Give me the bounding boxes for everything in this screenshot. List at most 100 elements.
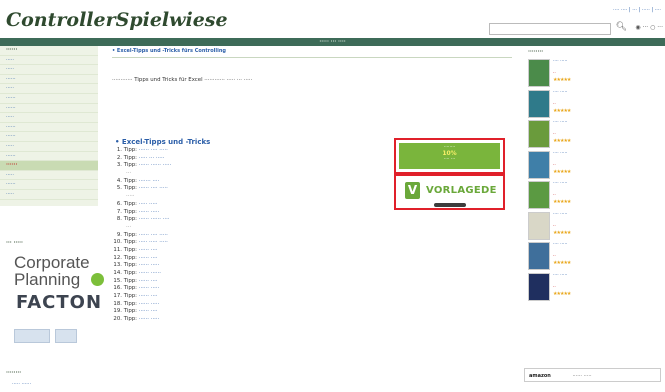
tip-continuation[interactable]: ··· bbox=[112, 170, 397, 178]
sidebar-item[interactable]: ······ bbox=[0, 132, 98, 142]
sidebar-item[interactable]: ······ bbox=[0, 180, 98, 190]
tip-link[interactable]: ······ ···· ····· bbox=[139, 147, 168, 153]
book-title[interactable]: ···· ····· bbox=[553, 212, 657, 217]
tip-link[interactable]: ······ ······ ···· bbox=[139, 216, 170, 222]
radio-option[interactable]: ◉ ··· bbox=[635, 24, 648, 31]
corporate-planning-logo[interactable]: Corporate Planning bbox=[14, 254, 104, 288]
sidebar-item[interactable]: ····· bbox=[0, 65, 98, 75]
section-heading[interactable]: • Excel-Tipps und -Tricks bbox=[115, 138, 210, 146]
book-item[interactable]: ···· ····· ·· ★★★★★ bbox=[521, 59, 661, 90]
search-scope-radios[interactable]: ◉ ··· ○ ··· bbox=[635, 24, 663, 31]
tip-item[interactable]: 18. Tipp: ······ ····· bbox=[112, 301, 397, 309]
tip-link[interactable]: ······ ···· ····· bbox=[139, 185, 168, 191]
tip-link[interactable]: ······ ····· bbox=[139, 285, 160, 291]
book-title[interactable]: ···· ····· bbox=[553, 181, 657, 186]
book-cover-image[interactable] bbox=[528, 272, 550, 301]
sidebar-item[interactable]: ····· bbox=[0, 56, 98, 66]
tip-item[interactable]: 5. Tipp: ······ ···· ····· bbox=[112, 185, 397, 193]
tip-item[interactable]: 6. Tipp: ····· ····· bbox=[112, 201, 397, 209]
book-item[interactable]: ···· ····· ·· ★★★★★ bbox=[521, 211, 661, 243]
book-item[interactable]: ···· ····· ·· ★★★★★ bbox=[521, 181, 661, 212]
sidebar-item[interactable]: ······ bbox=[0, 104, 98, 114]
sidebar-item[interactable]: ······ bbox=[0, 123, 98, 133]
sidebar-item[interactable]: ······ bbox=[0, 94, 98, 104]
tip-link[interactable]: ······ ····· bbox=[139, 301, 160, 307]
partner-logo-icon[interactable] bbox=[14, 329, 50, 343]
tip-link[interactable]: ······ ···· bbox=[139, 278, 158, 284]
book-item[interactable]: ···· ····· ·· ★★★★★ bbox=[521, 272, 661, 304]
tip-item[interactable]: 7. Tipp: ······ ····· bbox=[112, 209, 397, 217]
sidebar-item[interactable]: ······ bbox=[0, 46, 98, 56]
site-logo[interactable]: ControllerSpielwiese bbox=[6, 9, 228, 31]
book-item[interactable]: ···· ····· ·· ★★★★★ bbox=[521, 242, 661, 273]
sidebar-bottom-link[interactable]: ····· ······ bbox=[12, 381, 31, 387]
tip-link[interactable]: ····· ····· ····· bbox=[139, 239, 168, 245]
amazon-search-text[interactable]: ······ ····· bbox=[572, 373, 591, 379]
book-title[interactable]: ···· ····· bbox=[553, 242, 657, 247]
sidebar-item[interactable]: ······ bbox=[0, 152, 98, 162]
facton-logo[interactable]: FACTON bbox=[16, 292, 102, 313]
tip-link[interactable]: ······ ···· bbox=[139, 255, 158, 261]
search-input[interactable] bbox=[489, 23, 611, 35]
sidebar-item[interactable]: ····· bbox=[0, 190, 98, 200]
tip-item[interactable]: 14. Tipp: ······ ······ bbox=[112, 270, 397, 278]
tip-link[interactable]: ····· ··· ····· bbox=[139, 155, 165, 161]
tip-item[interactable]: 20. Tipp: ······ ····· bbox=[112, 316, 397, 324]
tip-link[interactable]: ······ ···· ····· bbox=[139, 232, 168, 238]
top-links[interactable]: ···· ···· | ··· | ····· | ···· bbox=[613, 7, 661, 13]
book-title[interactable]: ···· ····· bbox=[553, 120, 657, 125]
amazon-widget[interactable]: amazon ······ ····· bbox=[524, 368, 661, 382]
radio-option[interactable]: ○ ··· bbox=[650, 24, 663, 31]
sidebar-item[interactable]: ····· bbox=[0, 84, 98, 94]
book-item[interactable]: ···· ····· ·· ★★★★★ bbox=[521, 120, 661, 151]
ad-banner-inner[interactable]: ········ 10% ···· ··· bbox=[399, 143, 500, 169]
tip-continuation[interactable]: ····· bbox=[112, 193, 397, 201]
tip-item[interactable]: 4. Tipp: ······· ···· bbox=[112, 178, 397, 186]
book-cover-image[interactable] bbox=[528, 89, 550, 118]
book-cover-image[interactable] bbox=[528, 181, 550, 209]
tip-link[interactable]: ······ ····· bbox=[139, 316, 160, 322]
ad-banner-vorlage[interactable]: V VORLAGEDE bbox=[394, 174, 505, 210]
tip-item[interactable]: 11. Tipp: ······ ···· bbox=[112, 247, 397, 255]
sidebar-item[interactable]: ····· bbox=[0, 113, 98, 123]
tip-link[interactable]: ······ ····· bbox=[139, 262, 160, 268]
tip-link[interactable]: ······ ···· bbox=[139, 308, 158, 314]
tip-item[interactable]: 1. Tipp: ······ ···· ····· bbox=[112, 147, 397, 155]
sidebar-item[interactable]: ····· bbox=[0, 142, 98, 152]
book-cover-image[interactable] bbox=[528, 120, 550, 148]
book-cover-image[interactable] bbox=[528, 150, 550, 179]
book-item[interactable]: ···· ····· ·· ★★★★★ bbox=[521, 150, 661, 182]
book-title[interactable]: ···· ····· bbox=[553, 90, 657, 95]
tip-item[interactable]: 16. Tipp: ······ ····· bbox=[112, 285, 397, 293]
tip-item[interactable]: 3. Tipp: ······ ······ ····· bbox=[112, 162, 397, 170]
tip-link[interactable]: ······ ···· bbox=[139, 293, 158, 299]
tip-item[interactable]: 9. Tipp: ······ ···· ····· bbox=[112, 232, 397, 240]
tip-item[interactable]: 12. Tipp: ······ ···· bbox=[112, 255, 397, 263]
book-cover-image[interactable] bbox=[528, 211, 550, 240]
tip-item[interactable]: 19. Tipp: ······ ···· bbox=[112, 308, 397, 316]
tip-link[interactable]: ······ ···· bbox=[139, 247, 158, 253]
tip-link[interactable]: ······· ···· bbox=[139, 178, 160, 184]
search-icon[interactable]: 🔍︎ bbox=[616, 22, 627, 32]
sidebar-item[interactable]: ······ bbox=[0, 75, 98, 85]
tip-item[interactable]: 8. Tipp: ······ ······ ···· bbox=[112, 216, 397, 224]
tip-link[interactable]: ······ ······ ····· bbox=[139, 162, 172, 168]
tip-item[interactable]: 13. Tipp: ······ ····· bbox=[112, 262, 397, 270]
partner-small-logos[interactable] bbox=[14, 328, 88, 343]
book-title[interactable]: ···· ····· bbox=[553, 59, 657, 64]
tip-continuation[interactable]: ··· bbox=[112, 224, 397, 232]
tip-item[interactable]: 10. Tipp: ····· ····· ····· bbox=[112, 239, 397, 247]
tip-link[interactable]: ····· ····· bbox=[139, 201, 158, 207]
book-cover-image[interactable] bbox=[528, 59, 550, 87]
tip-item[interactable]: 15. Tipp: ······ ···· bbox=[112, 278, 397, 286]
book-title[interactable]: ···· ····· bbox=[553, 151, 657, 156]
tip-item[interactable]: 2. Tipp: ····· ··· ····· bbox=[112, 155, 397, 163]
book-title[interactable]: ···· ····· bbox=[553, 273, 657, 278]
book-cover-image[interactable] bbox=[528, 242, 550, 270]
tip-link[interactable]: ······ ····· bbox=[139, 209, 160, 215]
tip-item[interactable]: 17. Tipp: ······ ···· bbox=[112, 293, 397, 301]
tip-link[interactable]: ······ ······ bbox=[139, 270, 161, 276]
book-item[interactable]: ···· ····· ·· ★★★★★ bbox=[521, 89, 661, 121]
sidebar-item[interactable]: ····· bbox=[0, 171, 98, 181]
sidebar-item-active[interactable]: ······ bbox=[0, 161, 98, 171]
